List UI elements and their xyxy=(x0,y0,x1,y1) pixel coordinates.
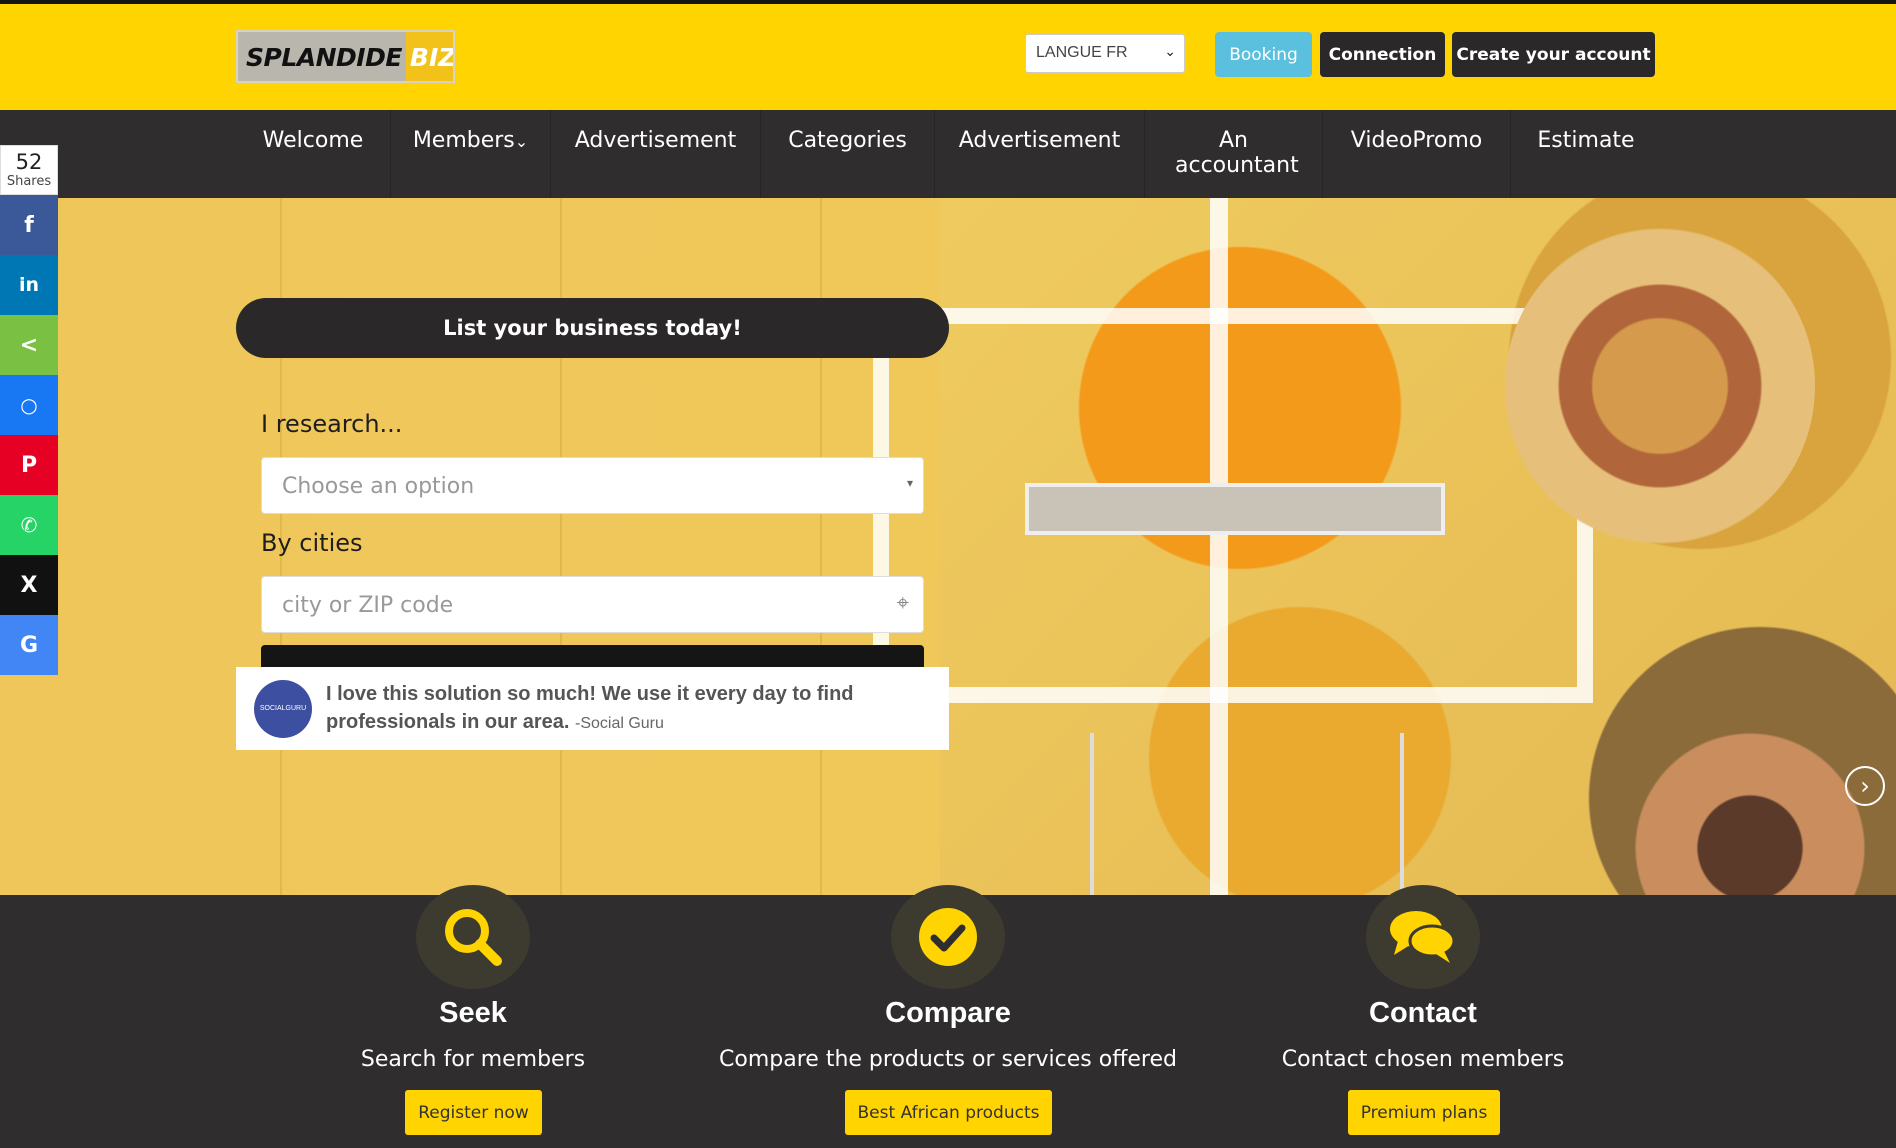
main-nav: Welcome Members⌄ Advertisement Categorie… xyxy=(0,110,1896,198)
google-icon[interactable]: G xyxy=(0,615,58,675)
feature-desc: Contact chosen members xyxy=(1281,1047,1565,1072)
search-button[interactable] xyxy=(261,645,924,667)
research-select-placeholder: Choose an option xyxy=(282,474,475,499)
share-count: 52 Shares xyxy=(0,145,58,195)
pinterest-icon[interactable]: P xyxy=(0,435,58,495)
search-icon xyxy=(416,885,530,989)
testimonial-author: -Social Guru xyxy=(574,714,664,732)
nav-item-videopromo[interactable]: VideoPromo xyxy=(1323,110,1511,198)
hero-nuts-bowl xyxy=(1505,226,1815,546)
feature-title: Seek xyxy=(439,997,507,1029)
share-count-label: Shares xyxy=(6,174,52,189)
nav-item-estimate[interactable]: Estimate xyxy=(1511,110,1661,198)
testimonial-card: SOCIALGURU I love this solution so much!… xyxy=(236,667,949,750)
nav-item-welcome[interactable]: Welcome xyxy=(236,110,391,198)
research-select[interactable]: Choose an option ▾ xyxy=(261,457,924,514)
feature-desc: Compare the products or services offered xyxy=(719,1047,1177,1072)
testimonial-text: I love this solution so much! We use it … xyxy=(326,680,949,738)
language-select[interactable]: LANGUE FR ⌄ xyxy=(1025,34,1185,73)
messenger-icon[interactable]: ○ xyxy=(0,375,58,435)
whatsapp-icon[interactable]: ✆ xyxy=(0,495,58,555)
linkedin-icon[interactable]: in xyxy=(0,255,58,315)
feature-desc: Search for members xyxy=(360,1047,586,1072)
language-select-value: LANGUE FR xyxy=(1036,44,1128,61)
logo-text-accent: BIZ xyxy=(405,32,453,81)
check-circle-icon xyxy=(891,885,1005,989)
feature-title: Compare xyxy=(885,997,1011,1029)
hero-shelf-leg xyxy=(1400,733,1404,895)
top-header: SPLANDIDE BIZ LANGUE FR ⌄ Booking Connec… xyxy=(0,0,1896,110)
hero-shelf xyxy=(1025,483,1445,535)
nav-item-label: Members xyxy=(412,128,515,153)
premium-plans-button[interactable]: Premium plans xyxy=(1348,1090,1500,1135)
feature-title: Contact xyxy=(1369,997,1477,1029)
create-account-button[interactable]: Create your account xyxy=(1452,32,1655,77)
hero-shelf-leg xyxy=(1090,733,1094,895)
site-logo[interactable]: SPLANDIDE BIZ xyxy=(236,30,455,83)
avatar: SOCIALGURU xyxy=(254,679,312,738)
logo-text-main: SPLANDIDE xyxy=(246,43,402,72)
x-icon[interactable]: X xyxy=(0,555,58,615)
nav-item-advertisement[interactable]: Advertisement xyxy=(551,110,761,198)
locate-icon[interactable]: ⌖ xyxy=(897,591,909,616)
share-icon[interactable]: < xyxy=(0,315,58,375)
features-section: Seek Search for members Register now Com… xyxy=(0,885,1896,1148)
booking-button[interactable]: Booking xyxy=(1215,32,1312,77)
chevron-down-icon: ⌄ xyxy=(1164,43,1176,59)
share-count-value: 52 xyxy=(15,150,43,174)
chevron-down-icon: ⌄ xyxy=(514,132,529,151)
chat-bubbles-icon xyxy=(1366,885,1480,989)
hero-window-bar xyxy=(1210,198,1228,895)
best-african-products-button[interactable]: Best African products xyxy=(845,1090,1052,1135)
chevron-right-icon[interactable]: › xyxy=(1845,766,1885,806)
nav-item-members[interactable]: Members⌄ xyxy=(391,110,551,198)
nav-item-accountant[interactable]: An accountant xyxy=(1145,110,1323,198)
facebook-icon[interactable]: f xyxy=(0,195,58,255)
dropdown-arrow-icon: ▾ xyxy=(906,476,913,490)
city-zip-placeholder: city or ZIP code xyxy=(282,593,454,618)
list-business-cta[interactable]: List your business today! xyxy=(236,298,949,358)
city-zip-input[interactable]: city or ZIP code ⌖ xyxy=(261,576,924,633)
nav-item-categories[interactable]: Categories xyxy=(761,110,935,198)
cities-label: By cities xyxy=(261,529,363,557)
register-now-button[interactable]: Register now xyxy=(405,1090,542,1135)
nav-item-advertisement-2[interactable]: Advertisement xyxy=(935,110,1145,198)
connection-button[interactable]: Connection xyxy=(1320,32,1445,77)
research-label: I research... xyxy=(261,410,403,438)
